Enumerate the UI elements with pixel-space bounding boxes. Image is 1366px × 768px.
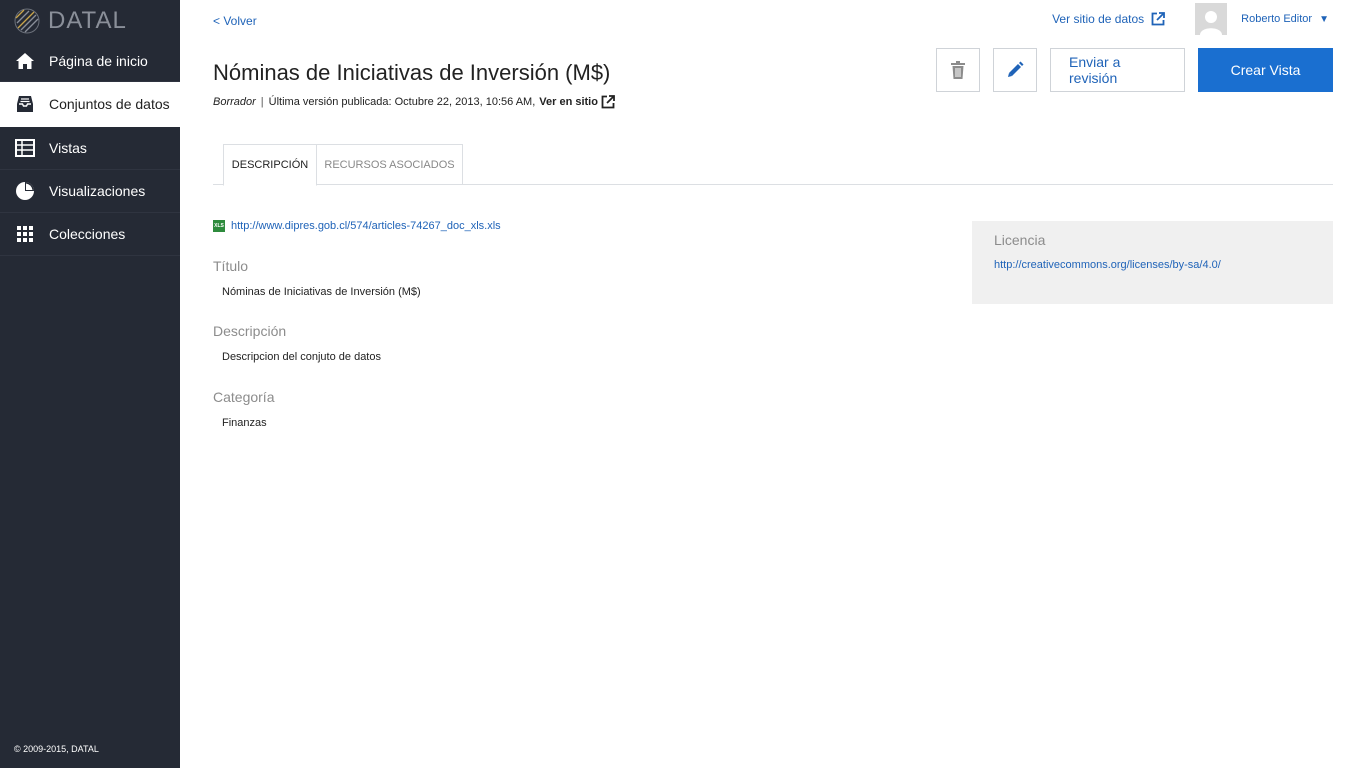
description-label: Descripción [213, 323, 287, 339]
title-value: Nóminas de Iniciativas de Inversión (M$) [222, 286, 421, 298]
source-file-link[interactable]: XLS http://www.dipres.gob.cl/574/article… [213, 220, 501, 232]
sidebar-item-views[interactable]: Vistas [0, 127, 180, 170]
sidebar-item-label: Página de inicio [49, 52, 148, 69]
description-value: Descripcion del conjuto de datos [222, 351, 381, 363]
sidebar-footer: © 2009-2015, DATAL [14, 744, 99, 754]
sidebar-item-label: Conjuntos de datos [49, 96, 170, 112]
edit-button[interactable] [993, 48, 1037, 92]
logo[interactable]: DATAL [14, 6, 127, 36]
home-icon [14, 50, 36, 72]
top-bar: Ver sitio de datos Roberto Editor ▼ [1052, 3, 1333, 35]
category-value: Finanzas [222, 417, 267, 429]
license-label: Licencia [994, 232, 1046, 248]
view-data-site-link[interactable]: Ver sitio de datos [1052, 12, 1166, 26]
logo-icon [14, 8, 40, 34]
sidebar-item-collections[interactable]: Colecciones [0, 213, 180, 256]
sidebar-item-home[interactable]: Página de inicio [0, 40, 180, 82]
pencil-icon [1008, 61, 1024, 77]
license-panel: Licencia http://creativecommons.org/lice… [972, 221, 1333, 304]
dataset-meta: Borrador | Última versión publicada: Oct… [213, 95, 615, 109]
sidebar-item-datasets[interactable]: Conjuntos de datos [0, 82, 180, 127]
pie-chart-icon [14, 180, 36, 202]
tab-bar: DESCRIPCIÓN RECURSOS ASOCIADOS [213, 144, 1333, 186]
action-buttons: Enviar a revisión Crear Vista [936, 48, 1333, 92]
avatar[interactable] [1195, 3, 1228, 35]
status-label: Borrador [213, 96, 256, 108]
xls-file-icon: XLS [213, 220, 225, 232]
page-title: Nóminas de Iniciativas de Inversión (M$) [213, 60, 611, 85]
meta-separator: | [260, 96, 264, 108]
back-link[interactable]: < Volver [213, 14, 257, 28]
external-link-icon [601, 95, 615, 109]
chevron-down-icon: ▼ [1319, 13, 1329, 25]
table-icon [14, 137, 36, 159]
logo-text: DATAL [48, 7, 127, 34]
sidebar-nav: Página de inicio Conjuntos de datos Vist… [0, 40, 180, 256]
tab-description[interactable]: DESCRIPCIÓN [223, 144, 317, 186]
create-view-button[interactable]: Crear Vista [1198, 48, 1333, 92]
view-on-site-link[interactable]: Ver en sitio [539, 95, 615, 109]
sidebar-item-label: Visualizaciones [49, 183, 146, 199]
sidebar: DATAL Página de inicio Conjuntos de dato… [0, 0, 180, 768]
send-to-review-button[interactable]: Enviar a revisión [1050, 48, 1185, 92]
user-icon [1200, 11, 1223, 35]
title-label: Título [213, 258, 249, 274]
tab-associated-resources[interactable]: RECURSOS ASOCIADOS [317, 144, 463, 185]
user-name: Roberto Editor [1241, 13, 1313, 25]
category-label: Categoría [213, 389, 275, 405]
sidebar-item-label: Colecciones [49, 226, 126, 242]
license-link[interactable]: http://creativecommons.org/licenses/by-s… [994, 259, 1221, 271]
published-info: Última versión publicada: Octubre 22, 20… [268, 96, 536, 108]
inbox-icon [14, 93, 36, 115]
sidebar-item-label: Vistas [49, 140, 87, 156]
sidebar-item-visualizations[interactable]: Visualizaciones [0, 170, 180, 213]
delete-button[interactable] [936, 48, 980, 92]
trash-icon [951, 61, 965, 79]
grid-icon [14, 223, 36, 245]
source-file-url: http://www.dipres.gob.cl/574/articles-74… [231, 220, 501, 232]
external-link-icon [1151, 12, 1166, 26]
user-menu[interactable]: Roberto Editor ▼ [1241, 13, 1329, 25]
view-data-site-label: Ver sitio de datos [1052, 12, 1145, 26]
main-content: < Volver Ver sitio de datos Roberto Edit… [180, 0, 1366, 768]
view-on-site-label: Ver en sitio [539, 96, 598, 108]
